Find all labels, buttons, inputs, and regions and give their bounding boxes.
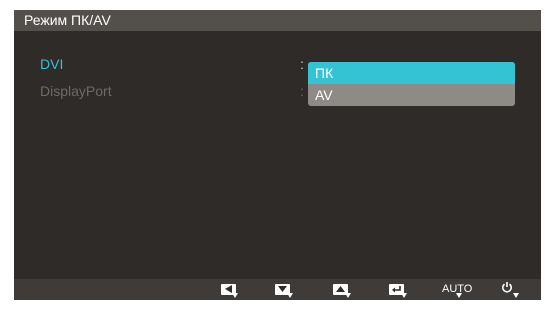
indicator-arrow-icon — [345, 293, 351, 298]
mode-dropdown[interactable]: ПК AV — [308, 62, 515, 106]
indicator-arrow-icon — [456, 293, 462, 298]
dropdown-option-pc[interactable]: ПК — [308, 62, 515, 84]
menu-content: DVI : DisplayPort : ПК AV — [14, 31, 541, 279]
indicator-arrow-icon — [232, 293, 238, 298]
dropdown-option-av[interactable]: AV — [308, 84, 515, 106]
osd-panel: Режим ПК/AV DVI : DisplayPort : ПК AV AU… — [14, 10, 541, 300]
separator-colon: : — [300, 56, 304, 72]
power-icon — [501, 280, 513, 298]
menu-item-displayport: DisplayPort — [40, 83, 112, 99]
power-button[interactable] — [501, 282, 513, 296]
page-title: Режим ПК/AV — [14, 10, 541, 31]
indicator-arrow-icon — [287, 293, 293, 298]
indicator-arrow-icon — [513, 293, 519, 298]
menu-item-dvi[interactable]: DVI — [40, 56, 63, 72]
indicator-arrow-icon — [401, 293, 407, 298]
separator-colon: : — [300, 83, 304, 99]
